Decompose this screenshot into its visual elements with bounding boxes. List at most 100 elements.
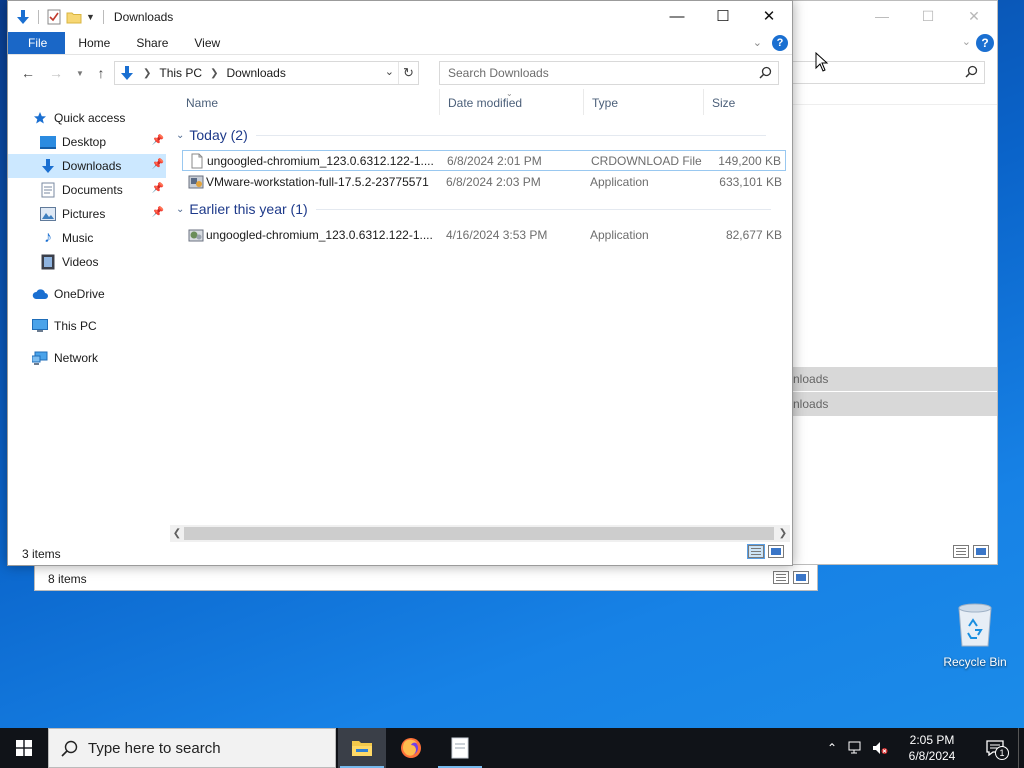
collapse-chevron-icon[interactable]: ⌄ <box>176 130 184 141</box>
details-view-icon[interactable] <box>747 544 765 559</box>
chevron-down-icon: ▼ <box>76 68 84 78</box>
pin-icon[interactable]: 📌 <box>152 135 164 146</box>
recent-locations-button[interactable]: ▼ <box>70 63 90 83</box>
sidebar-item-music[interactable]: ♪ Music <box>8 226 166 250</box>
close-button[interactable]: ✕ <box>746 1 792 31</box>
download-arrow-icon[interactable] <box>15 9 31 25</box>
clock-date: 6/8/2024 <box>908 749 956 763</box>
taskbar-search-input[interactable] <box>88 739 308 757</box>
recycle-bin-shortcut[interactable]: Recycle Bin <box>942 602 1008 669</box>
collapse-chevron-icon[interactable]: ⌄ <box>176 204 184 215</box>
horizontal-scrollbar[interactable]: ❮ ❯ <box>170 525 790 542</box>
new-folder-icon[interactable] <box>66 9 82 25</box>
sidebar-item-pictures[interactable]: Pictures 📌 <box>8 202 166 226</box>
vmware-installer-icon <box>188 175 204 189</box>
help-icon[interactable]: ? <box>976 34 994 52</box>
file-explorer-icon <box>352 741 372 756</box>
chevron-down-icon[interactable]: ⌄ <box>962 35 971 48</box>
close-icon[interactable]: ✕ <box>951 1 997 31</box>
start-button[interactable] <box>0 728 48 768</box>
search-box[interactable] <box>439 61 779 85</box>
column-header-name[interactable]: Name <box>178 89 440 115</box>
background-explorer-window[interactable]: — ☐ ✕ ⌄ ? nloads nloads <box>792 0 998 565</box>
sidebar-item-quick-access[interactable]: Quick access <box>8 106 166 130</box>
taskbar-search-box[interactable] <box>48 728 336 768</box>
sidebar-item-downloads[interactable]: Downloads 📌 <box>8 154 166 178</box>
file-row[interactable]: ungoogled-chromium_123.0.6312.122-1.... … <box>182 225 786 246</box>
file-row[interactable]: VMware-workstation-full-17.5.2-23775571 … <box>182 172 786 193</box>
taskbar-app-firefox[interactable] <box>387 728 435 768</box>
file-size: 149,200 KB <box>718 154 781 168</box>
large-icons-view-icon[interactable] <box>973 545 989 558</box>
sidebar-item-label: Network <box>54 351 99 365</box>
up-button[interactable]: ↑ <box>91 63 111 83</box>
group-header-today[interactable]: ⌄ Today (2) <box>174 124 782 146</box>
background-nav-row[interactable]: nloads <box>793 392 997 416</box>
sidebar-item-label: Pictures <box>62 207 106 221</box>
sidebar-item-videos[interactable]: Videos <box>8 250 166 274</box>
taskbar-app-notepad[interactable] <box>436 728 484 768</box>
group-divider <box>255 134 766 136</box>
search-input[interactable] <box>440 62 778 84</box>
group-title: Earlier this year (1) <box>189 201 308 217</box>
minimize-icon[interactable]: — <box>859 1 905 31</box>
sidebar-item-documents[interactable]: Documents 📌 <box>8 178 166 202</box>
details-view-icon[interactable] <box>773 571 789 584</box>
taskbar-app-file-explorer[interactable] <box>338 728 386 768</box>
column-header-date-modified[interactable]: ⌄ Date modified <box>440 89 584 115</box>
breadcrumb-this-pc[interactable]: This PC <box>159 66 202 80</box>
help-icon[interactable]: ? <box>772 35 788 51</box>
download-arrow-icon <box>40 158 56 174</box>
pin-icon[interactable]: 📌 <box>152 159 164 170</box>
taskbar-clock[interactable]: 2:05 PM 6/8/2024 <box>892 732 972 764</box>
maximize-button[interactable]: ☐ <box>700 1 746 31</box>
pin-icon[interactable]: 📌 <box>152 207 164 218</box>
minimize-button[interactable]: — <box>654 1 700 31</box>
sidebar-item-onedrive[interactable]: OneDrive <box>8 282 166 306</box>
show-desktop-button[interactable] <box>1018 728 1024 768</box>
tab-view[interactable]: View <box>181 32 233 54</box>
column-header-type[interactable]: Type <box>584 89 704 115</box>
scrollbar-thumb[interactable] <box>184 527 774 540</box>
breadcrumb-downloads[interactable]: Downloads <box>226 66 285 80</box>
tab-home[interactable]: Home <box>65 32 123 54</box>
pin-icon[interactable]: 📌 <box>152 183 164 194</box>
details-view-icon[interactable] <box>953 545 969 558</box>
address-bar[interactable]: ❯ This PC ❯ Downloads ⌄ ↻ <box>114 61 419 85</box>
column-header-size[interactable]: Size <box>704 89 786 115</box>
clock-time: 2:05 PM <box>909 733 955 747</box>
volume-muted-icon[interactable] <box>868 728 892 768</box>
refresh-button[interactable]: ↻ <box>398 62 418 84</box>
breadcrumb-chevron-icon[interactable]: ❯ <box>210 68 218 79</box>
address-dropdown-icon[interactable]: ⌄ <box>385 65 394 78</box>
desktop-folder-icon <box>40 134 56 150</box>
title-bar[interactable]: ▼ Downloads — ☐ ✕ <box>8 1 792 32</box>
tab-file[interactable]: File <box>8 32 66 54</box>
large-icons-view-icon[interactable] <box>768 545 784 558</box>
tab-share[interactable]: Share <box>123 32 181 54</box>
properties-icon[interactable] <box>46 9 62 25</box>
show-hidden-icons-button[interactable]: ⌃ <box>820 728 844 768</box>
background-explorer-window-bottom[interactable]: 8 items <box>34 565 818 591</box>
background-nav-row[interactable]: nloads <box>793 367 997 391</box>
scroll-right-icon[interactable]: ❯ <box>776 526 790 541</box>
sidebar-item-this-pc[interactable]: This PC <box>8 314 166 338</box>
file-explorer-window[interactable]: ▼ Downloads — ☐ ✕ File Home Share View ⌄… <box>7 0 793 566</box>
sidebar-item-label: Videos <box>62 255 99 269</box>
customize-toolbar-icon[interactable]: ▼ <box>86 12 95 22</box>
breadcrumb-chevron-icon[interactable]: ❯ <box>143 68 151 79</box>
network-status-icon[interactable] <box>844 728 868 768</box>
forward-button[interactable]: → <box>46 63 66 83</box>
scroll-left-icon[interactable]: ❮ <box>170 526 184 541</box>
search-icon <box>759 66 772 79</box>
back-button[interactable]: ← <box>18 63 38 83</box>
sidebar-item-desktop[interactable]: Desktop 📌 <box>8 130 166 154</box>
file-row[interactable]: ungoogled-chromium_123.0.6312.122-1.... … <box>182 150 786 171</box>
large-icons-view-icon[interactable] <box>793 571 809 584</box>
maximize-icon[interactable]: ☐ <box>905 1 951 31</box>
expand-ribbon-icon[interactable]: ⌄ <box>753 36 762 49</box>
action-center-button[interactable]: 1 <box>972 728 1018 768</box>
group-header-earlier-this-year[interactable]: ⌄ Earlier this year (1) <box>174 198 782 220</box>
sidebar-item-network[interactable]: Network <box>8 346 166 370</box>
search-icon <box>965 65 978 78</box>
